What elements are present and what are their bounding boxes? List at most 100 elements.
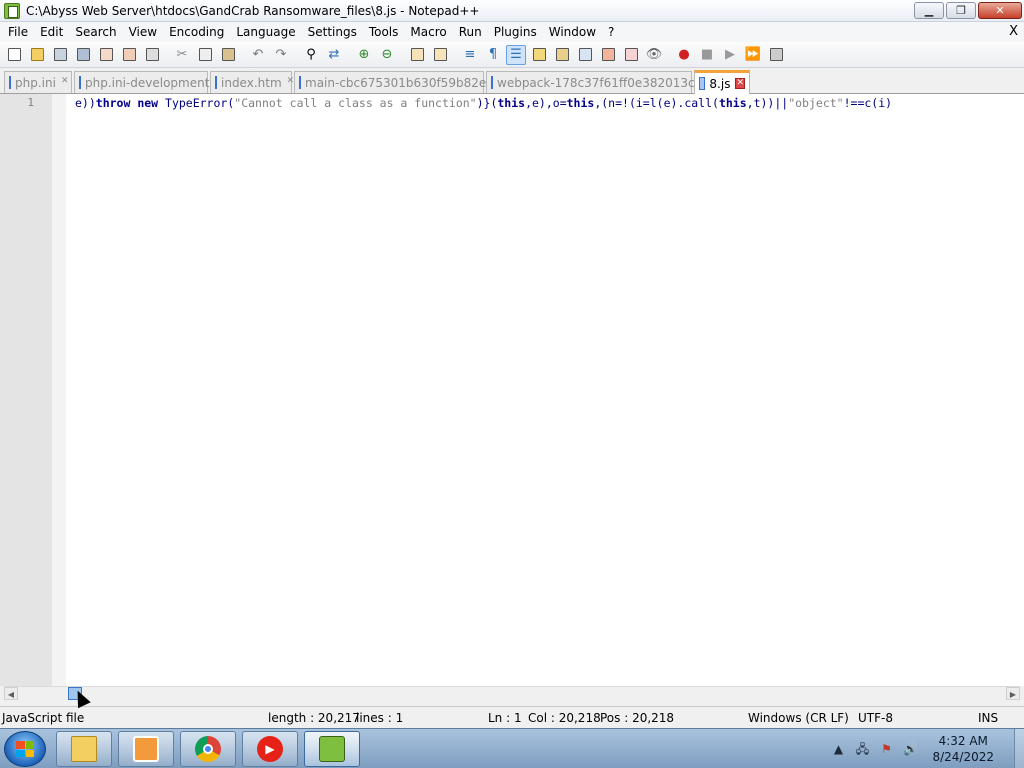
- udl-icon[interactable]: [529, 45, 549, 65]
- menu-settings[interactable]: Settings: [302, 22, 363, 42]
- status-file-type: JavaScript file: [2, 711, 85, 725]
- folder-workspace-icon[interactable]: [598, 45, 618, 65]
- status-ln: Ln : 1: [488, 711, 522, 725]
- code-text: ,e),o=: [525, 96, 567, 110]
- taskbar-chrome[interactable]: [180, 731, 236, 767]
- tab-webpack-js[interactable]: webpack-178c37f61ff0e382013c.js ✕: [486, 71, 721, 93]
- zoom-out-icon[interactable]: ⊖: [377, 45, 397, 65]
- notepad-plus-plus-icon: [319, 736, 345, 762]
- network-icon[interactable]: 🖧: [854, 741, 870, 757]
- code-string: "Cannot call a class as a function": [234, 96, 477, 110]
- taskbar-file-explorer[interactable]: [56, 731, 112, 767]
- code-text: ,t))||: [746, 96, 789, 110]
- copy-icon[interactable]: [195, 45, 215, 65]
- editor-area[interactable]: 1 e))throw new TypeError("Cannot call a …: [0, 94, 1024, 686]
- print-icon[interactable]: [142, 45, 162, 65]
- close-document-button[interactable]: X: [1009, 22, 1018, 42]
- show-desktop-button[interactable]: [1014, 729, 1024, 768]
- menu-language[interactable]: Language: [230, 22, 301, 42]
- file-icon: [215, 76, 217, 89]
- show-all-chars-icon[interactable]: ¶: [483, 45, 503, 65]
- save-macro-icon[interactable]: [766, 45, 786, 65]
- save-all-icon[interactable]: [73, 45, 93, 65]
- function-list-icon[interactable]: [575, 45, 595, 65]
- tab-php-ini-development[interactable]: php.ini-development ✕: [74, 71, 222, 93]
- menu-edit[interactable]: Edit: [34, 22, 69, 42]
- close-all-icon[interactable]: [119, 45, 139, 65]
- show-hidden-icons-icon[interactable]: ▲: [830, 741, 846, 757]
- taskbar-music-app[interactable]: ▶: [242, 731, 298, 767]
- menu-file[interactable]: File: [2, 22, 34, 42]
- code-keyword: this: [718, 96, 747, 110]
- menu-search[interactable]: Search: [69, 22, 122, 42]
- notepad-plus-plus-icon: [4, 2, 20, 19]
- paste-icon[interactable]: [218, 45, 238, 65]
- open-file-icon[interactable]: [27, 45, 47, 65]
- monitoring-icon[interactable]: [621, 45, 641, 65]
- tab-close-icon[interactable]: ✕: [61, 77, 69, 88]
- save-icon[interactable]: [50, 45, 70, 65]
- new-file-icon[interactable]: [4, 45, 24, 65]
- close-icon[interactable]: [96, 45, 116, 65]
- sync-vertical-icon[interactable]: [407, 45, 427, 65]
- action-center-icon[interactable]: ⚑: [878, 741, 894, 757]
- code-text: TypeError(: [158, 96, 235, 110]
- status-col: Col : 20,218: [528, 711, 601, 725]
- undo-icon[interactable]: ↶: [248, 45, 268, 65]
- play-macro-icon[interactable]: ▶: [720, 45, 740, 65]
- code-line[interactable]: e))throw new TypeError("Cannot call a cl…: [75, 96, 1020, 112]
- tab-label: index.htm: [221, 75, 282, 90]
- code-keyword: this: [566, 96, 595, 110]
- zoom-in-icon[interactable]: ⊕: [354, 45, 374, 65]
- status-bar: JavaScript file length : 20,217 lines : …: [0, 706, 1024, 728]
- start-button[interactable]: [4, 731, 46, 767]
- menu-tools[interactable]: Tools: [363, 22, 405, 42]
- scroll-left-icon[interactable]: ◀: [4, 687, 18, 700]
- volume-icon[interactable]: 🔊: [902, 741, 918, 757]
- line-number: 1: [27, 96, 34, 109]
- replace-icon[interactable]: ⇄: [324, 45, 344, 65]
- sync-horizontal-icon[interactable]: [430, 45, 450, 65]
- minimize-button[interactable]: ▁: [914, 2, 944, 19]
- word-wrap-icon[interactable]: ≡: [460, 45, 480, 65]
- tab-main-js[interactable]: main-cbc675301b630f59b82e.js ✕: [294, 71, 512, 93]
- menu-encoding[interactable]: Encoding: [163, 22, 230, 42]
- tab-8-js[interactable]: 8.js ✕: [694, 70, 750, 94]
- tab-php-ini[interactable]: php.ini ✕: [4, 71, 72, 93]
- status-pos: Pos : 20,218: [600, 711, 675, 725]
- horizontal-scrollbar[interactable]: ◀ ▶: [4, 686, 1020, 700]
- file-icon: [79, 76, 81, 89]
- status-encoding[interactable]: UTF-8: [858, 711, 893, 725]
- cut-icon[interactable]: ✂: [172, 45, 192, 65]
- music-app-icon: ▶: [257, 736, 283, 762]
- close-button[interactable]: ✕: [978, 2, 1022, 19]
- clock[interactable]: 4:32 AM 8/24/2022: [932, 733, 994, 765]
- tab-close-icon[interactable]: ✕: [735, 78, 745, 89]
- run-macro-multiple-icon[interactable]: ⏩: [743, 45, 763, 65]
- menu-view[interactable]: View: [123, 22, 163, 42]
- menu-macro[interactable]: Macro: [404, 22, 452, 42]
- status-insert-mode[interactable]: INS: [978, 711, 998, 725]
- taskbar-notepad-plus-plus[interactable]: [304, 731, 360, 767]
- code-text: ,(n=!(i=l(e).call(: [594, 96, 719, 110]
- eye-icon[interactable]: 👁: [644, 45, 664, 65]
- find-icon[interactable]: ⚲: [301, 45, 321, 65]
- title-bar: C:\Abyss Web Server\htdocs\GandCrab Rans…: [0, 0, 1024, 22]
- menu-plugins[interactable]: Plugins: [488, 22, 543, 42]
- menu-run[interactable]: Run: [453, 22, 488, 42]
- stop-macro-icon[interactable]: ■: [697, 45, 717, 65]
- record-macro-icon[interactable]: ●: [674, 45, 694, 65]
- file-icon: [491, 76, 493, 89]
- doc-map-icon[interactable]: [552, 45, 572, 65]
- menu-help[interactable]: ?: [602, 22, 620, 42]
- tab-label: php.ini-development: [85, 75, 210, 90]
- maximize-button[interactable]: ❐: [946, 2, 976, 19]
- taskbar-media-player[interactable]: [118, 731, 174, 767]
- redo-icon[interactable]: ↷: [271, 45, 291, 65]
- status-eol[interactable]: Windows (CR LF): [748, 711, 849, 725]
- tab-index-htm[interactable]: index.htm ✕: [210, 71, 294, 93]
- indent-guide-icon[interactable]: ☰: [506, 44, 526, 65]
- scroll-right-icon[interactable]: ▶: [1006, 687, 1020, 700]
- system-tray: ▲ 🖧 ⚑ 🔊 4:32 AM 8/24/2022: [822, 729, 1024, 768]
- menu-window[interactable]: Window: [543, 22, 602, 42]
